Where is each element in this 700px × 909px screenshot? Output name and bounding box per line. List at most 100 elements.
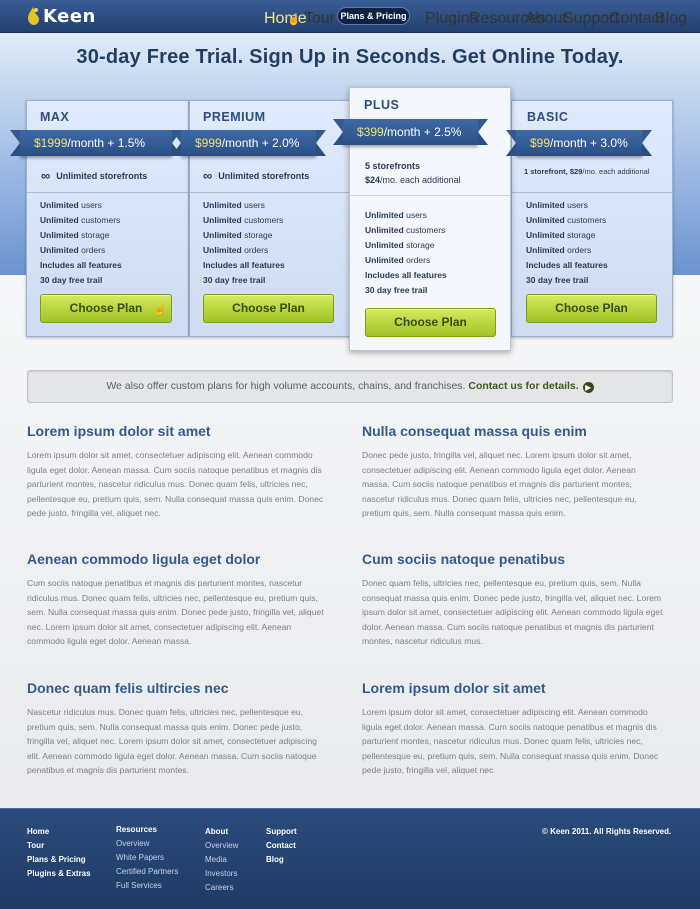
footer-link[interactable]: Investors bbox=[205, 867, 238, 881]
feature-item: Unlimited users bbox=[203, 200, 265, 210]
hero-title: 30-day Free Trial. Sign Up in Seconds. G… bbox=[76, 46, 624, 68]
footer-link[interactable]: Full Services bbox=[116, 879, 178, 893]
price-ribbon-premium: $999/month + 2.0% bbox=[171, 130, 326, 156]
plan-name: MAX bbox=[40, 110, 70, 124]
nav-blog[interactable]: Blog bbox=[655, 10, 687, 28]
feature-list: Unlimited users Unlimited customers Unli… bbox=[365, 208, 447, 298]
footer-link[interactable]: Media bbox=[205, 853, 238, 867]
block-text: Lorem ipsum dolor sit amet, consectetuer… bbox=[27, 450, 324, 519]
block-title: Lorem ipsum dolor sit amet bbox=[27, 423, 211, 439]
block-text: Donec quam felis, ultricies nec, pellent… bbox=[362, 578, 663, 647]
footer-heading-about[interactable]: About bbox=[205, 825, 238, 839]
feature-item: Includes all features bbox=[203, 260, 285, 270]
price-ribbon-basic: $99/month + 3.0% bbox=[506, 130, 652, 156]
storefront-info: 5 storefronts $24/mo. each additional bbox=[365, 161, 461, 185]
footer-link-contact[interactable]: Contact bbox=[266, 839, 297, 853]
feature-item: Unlimited storage bbox=[40, 230, 110, 240]
contact-details-link[interactable]: Contact us for details. bbox=[468, 380, 578, 392]
feature-item: Unlimited users bbox=[40, 200, 102, 210]
feature-item: Unlimited customers bbox=[526, 215, 607, 225]
arrow-right-icon[interactable]: ▶ bbox=[582, 382, 594, 393]
feature-item: Includes all features bbox=[40, 260, 122, 270]
block-text: Lorem ipsum dolor sit amet, consectetuer… bbox=[362, 707, 659, 776]
feature-item: Unlimited storage bbox=[365, 240, 435, 250]
block-text: Cum sociis natoque penatibus et magnis d… bbox=[27, 578, 324, 647]
divider bbox=[350, 195, 510, 196]
feature-item: 30 day free trail bbox=[365, 285, 428, 295]
feature-item: Unlimited customers bbox=[365, 225, 446, 235]
footer-column-resources: Resources Overview White Papers Certifie… bbox=[116, 823, 178, 893]
footer-link-support[interactable]: Support bbox=[266, 825, 297, 839]
feature-item: Unlimited orders bbox=[203, 245, 269, 255]
feature-item: Includes all features bbox=[526, 260, 608, 270]
footer-link-tour[interactable]: Tour bbox=[27, 839, 91, 853]
footer-link[interactable]: Certified Partners bbox=[116, 865, 178, 879]
feature-list: Unlimited users Unlimited customers Unli… bbox=[40, 198, 122, 288]
footer-link-plugins[interactable]: Plugins & Extras bbox=[27, 867, 91, 881]
feature-item: Unlimited storage bbox=[203, 230, 273, 240]
feature-item: Unlimited orders bbox=[365, 255, 431, 265]
content-block: Nulla consequat massa quis enim Donec pe… bbox=[362, 423, 664, 521]
block-title: Aenean commodo ligula eget dolor bbox=[27, 551, 261, 567]
plan-name: PLUS bbox=[364, 98, 400, 112]
footer-column-support: Support Contact Blog bbox=[266, 825, 297, 867]
footer-column-main: Home Tour Plans & Pricing Plugins & Extr… bbox=[27, 825, 91, 881]
brand-name: Keen bbox=[43, 5, 96, 27]
feature-item: Unlimited customers bbox=[203, 215, 284, 225]
footer-link[interactable]: Overview bbox=[116, 837, 178, 851]
price-ribbon-max: $1999/month + 1.5% bbox=[10, 130, 182, 156]
brand-logo[interactable]: Keen bbox=[27, 5, 96, 27]
footer-link-home[interactable]: Home bbox=[27, 825, 91, 839]
pointer-cursor-icon: ☝ bbox=[153, 304, 167, 316]
plan-name: PREMIUM bbox=[203, 110, 266, 124]
feature-item: Unlimited users bbox=[526, 200, 588, 210]
block-title: Lorem ipsum dolor sit amet bbox=[362, 680, 546, 696]
content-block: Aenean commodo ligula eget dolor Cum soc… bbox=[27, 551, 329, 649]
feature-item: Includes all features bbox=[365, 270, 447, 280]
block-title: Donec quam felis ultircies nec bbox=[27, 680, 229, 696]
top-header: Keen Home ☝ Tour Plans & Pricing Plugins… bbox=[0, 0, 700, 33]
drop-icon bbox=[27, 6, 40, 26]
footer-column-about: About Overview Media Investors Careers bbox=[205, 825, 238, 895]
block-title: Cum sociis natoque penatibus bbox=[362, 551, 566, 567]
storefront-info: ∞ Unlimited storefronts bbox=[203, 168, 310, 183]
block-text: Nascetur ridiculus mus. Donec quam felis… bbox=[27, 707, 317, 776]
footer-link[interactable]: White Papers bbox=[116, 851, 178, 865]
content-block: Donec quam felis ultircies nec Nascetur … bbox=[27, 680, 329, 778]
choose-plan-button[interactable]: Choose Plan bbox=[203, 294, 334, 323]
footer-link-plans[interactable]: Plans & Pricing bbox=[27, 853, 91, 867]
content-block: Lorem ipsum dolor sit amet Lorem ipsum d… bbox=[362, 680, 664, 778]
feature-item: 30 day free trail bbox=[40, 275, 103, 285]
feature-item: Unlimited users bbox=[365, 210, 427, 220]
nav-plans-pricing[interactable]: Plans & Pricing bbox=[337, 7, 410, 25]
footer-link[interactable]: Overview bbox=[205, 839, 238, 853]
custom-plans-banner: We also offer custom plans for high volu… bbox=[27, 370, 673, 403]
price-ribbon-plus: $399/month + 2.5% bbox=[333, 119, 488, 145]
divider bbox=[190, 192, 350, 193]
feature-list: Unlimited users Unlimited customers Unli… bbox=[203, 198, 285, 288]
choose-plan-button[interactable]: Choose Plan bbox=[365, 308, 496, 337]
nav-about[interactable]: About bbox=[525, 10, 567, 28]
site-footer: Home Tour Plans & Pricing Plugins & Extr… bbox=[0, 808, 700, 909]
block-title: Nulla consequat massa quis enim bbox=[362, 423, 587, 439]
feature-item: 30 day free trail bbox=[526, 275, 589, 285]
choose-plan-button[interactable]: Choose Plan bbox=[526, 294, 657, 323]
infinity-icon: ∞ bbox=[41, 168, 51, 183]
banner-text: We also offer custom plans for high volu… bbox=[106, 380, 466, 392]
footer-heading-resources[interactable]: Resources bbox=[116, 823, 178, 837]
feature-item: Unlimited orders bbox=[40, 245, 106, 255]
content-block: Lorem ipsum dolor sit amet Lorem ipsum d… bbox=[27, 423, 329, 521]
copyright-text: © Keen 2011. All Rights Reserved. bbox=[542, 827, 672, 836]
plan-name: BASIC bbox=[527, 110, 569, 124]
feature-item: 30 day free trail bbox=[203, 275, 266, 285]
footer-link[interactable]: Careers bbox=[205, 881, 238, 895]
feature-item: Unlimited storage bbox=[526, 230, 596, 240]
footer-link-blog[interactable]: Blog bbox=[266, 853, 297, 867]
feature-item: Unlimited orders bbox=[526, 245, 592, 255]
nav-tour[interactable]: Tour bbox=[304, 10, 335, 28]
storefront-info: ∞ Unlimited storefronts bbox=[41, 168, 148, 183]
divider bbox=[27, 192, 188, 193]
feature-list: Unlimited users Unlimited customers Unli… bbox=[526, 198, 608, 288]
storefront-info: 1 storefront, $29/mo. each additional bbox=[524, 167, 650, 176]
divider bbox=[512, 192, 672, 193]
